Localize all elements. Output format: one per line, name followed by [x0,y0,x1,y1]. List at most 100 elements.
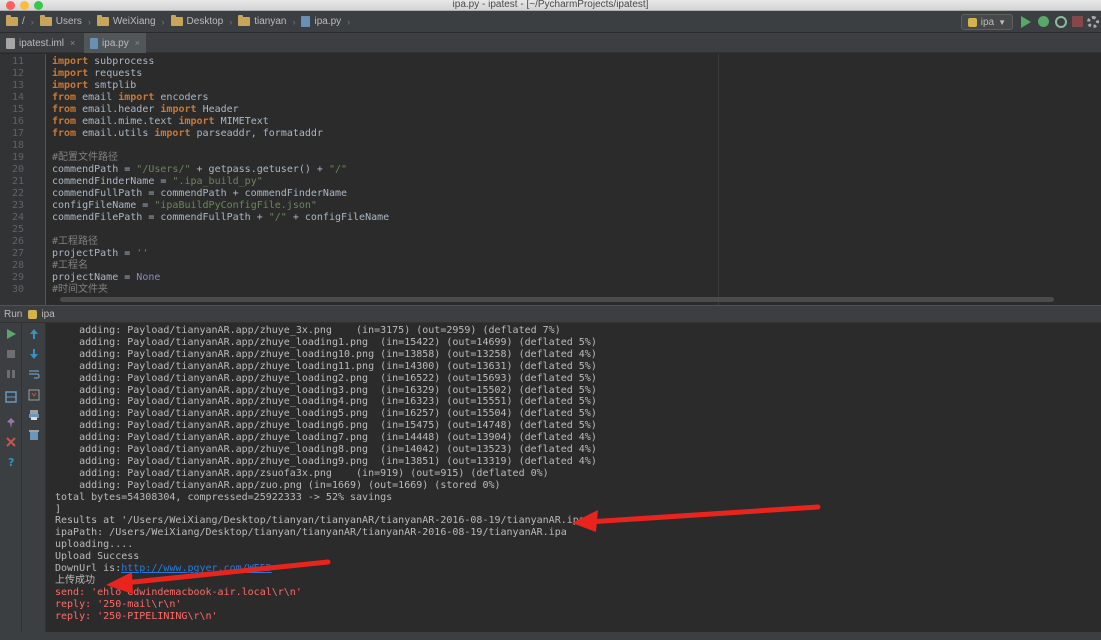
code-editor[interactable]: 11 import subprocess 12 import requests 13 im… [0,54,1101,305]
code-line: 30 #时间文件夹 [0,284,1101,296]
console-text: reply: '250-mail\r\n' [55,598,182,610]
stop-icon[interactable] [5,348,17,360]
line-number: 24 [11,212,24,223]
breadcrumb-tianyan[interactable]: tianyan › [238,15,295,27]
rerun-icon[interactable] [5,328,17,340]
breadcrumb-weixiang[interactable]: WeiXiang › [96,15,165,27]
code-token: + getpass.getuser() + [190,164,329,175]
breadcrumb-label: ipa.py [314,16,342,27]
pin-icon[interactable] [5,417,17,429]
run-config-name[interactable]: ipa [41,309,54,320]
code-line: 24 commendFilePath = commendFullPath + "/… [0,212,1101,224]
console-line: adding: Payload/tianyanAR.app/zhuye_load… [55,408,597,420]
close-icon[interactable]: × [135,38,140,48]
debug-icon[interactable] [1038,16,1049,27]
console-text: adding: Payload/tianyanAR.app/zhuye_load… [55,348,597,360]
folder-icon [238,15,251,26]
console-text: uploading.... [55,539,134,551]
console-line: DownUrl is:http://www.pgyer.com/WE5D [55,563,272,575]
print-icon[interactable] [28,409,40,421]
close-icon[interactable] [5,436,17,448]
line-number: 29 [11,272,24,283]
breadcrumb-desktop[interactable]: Desktop › [170,15,233,27]
close-icon[interactable]: × [70,38,75,48]
code-line: 19 #配置文件路径 [0,152,1101,164]
layout-icon[interactable] [5,391,17,403]
chevron-right-icon: › [229,16,233,27]
code-token: email.header [82,104,161,115]
download-url-link[interactable]: http://www.pgyer.com/WE5D [121,563,272,574]
settings-icon[interactable] [1087,16,1099,28]
arrow-up-icon[interactable] [28,328,40,340]
code-token: + configFileName [286,212,390,223]
stop-icon[interactable] [1072,16,1083,27]
breadcrumb-label: Users [55,16,82,27]
code-token: from [52,104,77,115]
line-number: 14 [11,92,24,103]
console-text: adding: Payload/tianyanAR.app/zhuye_load… [55,455,597,467]
code-text: configFileName = "ipaBuildPyConfigFile.j… [52,200,317,212]
breadcrumb-users[interactable]: Users › [39,15,91,27]
code-text: #配置文件路径 [52,152,118,164]
chevron-right-icon: › [161,16,165,27]
console-line: adding: Payload/tianyanAR.app/zhuye_3x.p… [55,325,561,337]
line-number: 15 [11,104,24,115]
console-line: adding: Payload/tianyanAR.app/zhuye_load… [55,432,597,444]
code-line: 29 projectName = None [0,272,1101,284]
code-line: 25 [0,224,1101,236]
navigation-bar: / › Users › WeiXiang › Desktop › tianyan… [0,11,1101,33]
coverage-icon[interactable] [1055,16,1067,28]
console-text: adding: Payload/tianyanAR.app/zhuye_load… [55,444,597,455]
console-line: adding: Payload/tianyanAR.app/zhuye_load… [55,337,597,349]
horizontal-scrollbar[interactable] [60,297,1054,302]
line-number: 13 [11,80,24,91]
tab-ipatest-iml[interactable]: ipatest.iml × [0,33,82,53]
console-line: 上传成功 [55,575,95,587]
code-line: 14 from email import encoders [0,92,1101,104]
console-text: Upload Success [55,551,140,563]
code-token: import [154,128,191,139]
console-line: uploading.... [55,539,133,551]
tab-ipa-py[interactable]: ipa.py × [84,33,146,53]
chevron-right-icon: › [30,16,34,27]
code-token: parseaddr, formataddr [196,128,323,139]
console-text: adding: Payload/tianyanAR.app/zhuye_load… [55,360,597,372]
code-line: 22 commendFullPath = commendPath + commen… [0,188,1101,200]
code-text: from email.utils import parseaddr, forma… [52,128,323,140]
code-token: import [52,56,89,67]
breadcrumb-label: Desktop [186,16,224,27]
clear-all-icon[interactable] [28,429,40,441]
line-number: 28 [11,260,24,271]
code-text: projectName = None [52,272,160,284]
pause-icon[interactable] [5,368,17,380]
code-line: 12 import requests [0,68,1101,80]
code-text: #工程路径 [52,236,98,248]
breadcrumb-root[interactable]: / › [6,15,34,27]
code-line: 26 #工程路径 [0,236,1101,248]
console-text: adding: Payload/tianyanAR.app/zhuye_load… [55,384,597,396]
folder-icon [170,15,183,26]
run-console-output[interactable]: adding: Payload/tianyanAR.app/zhuye_3x.p… [46,323,1101,640]
run-icon[interactable] [1021,16,1031,28]
code-token: #时间文件夹 [52,284,109,295]
line-number: 19 [11,152,24,163]
code-token: #工程路径 [52,236,99,247]
code-token: "/Users/" [136,164,191,175]
scroll-to-end-icon[interactable] [28,389,40,401]
console-text: adding: Payload/tianyanAR.app/zhuye_load… [55,432,597,444]
help-icon[interactable]: ? [5,456,17,468]
console-line: total bytes=54308304, compressed=2592233… [55,492,392,504]
run-tool-window-header: Run ipa [0,305,1101,323]
arrow-down-icon[interactable] [28,348,40,360]
code-token: import [52,80,89,91]
breadcrumb-ipa-py[interactable]: ipa.py › [301,16,350,27]
line-number: 17 [11,128,24,139]
tab-label: ipa.py [102,37,129,49]
console-line: Results at '/Users/WeiXiang/Desktop/tian… [55,515,591,527]
soft-wrap-icon[interactable] [28,368,40,380]
console-line: Upload Success [55,551,139,563]
python-file-icon [301,16,311,27]
code-token: smtplib [94,80,137,91]
window-title: ipa.py - ipatest - [~/PycharmProjects/ip… [452,0,649,10]
run-configuration-selector[interactable]: ipa ▼ [960,14,1013,30]
